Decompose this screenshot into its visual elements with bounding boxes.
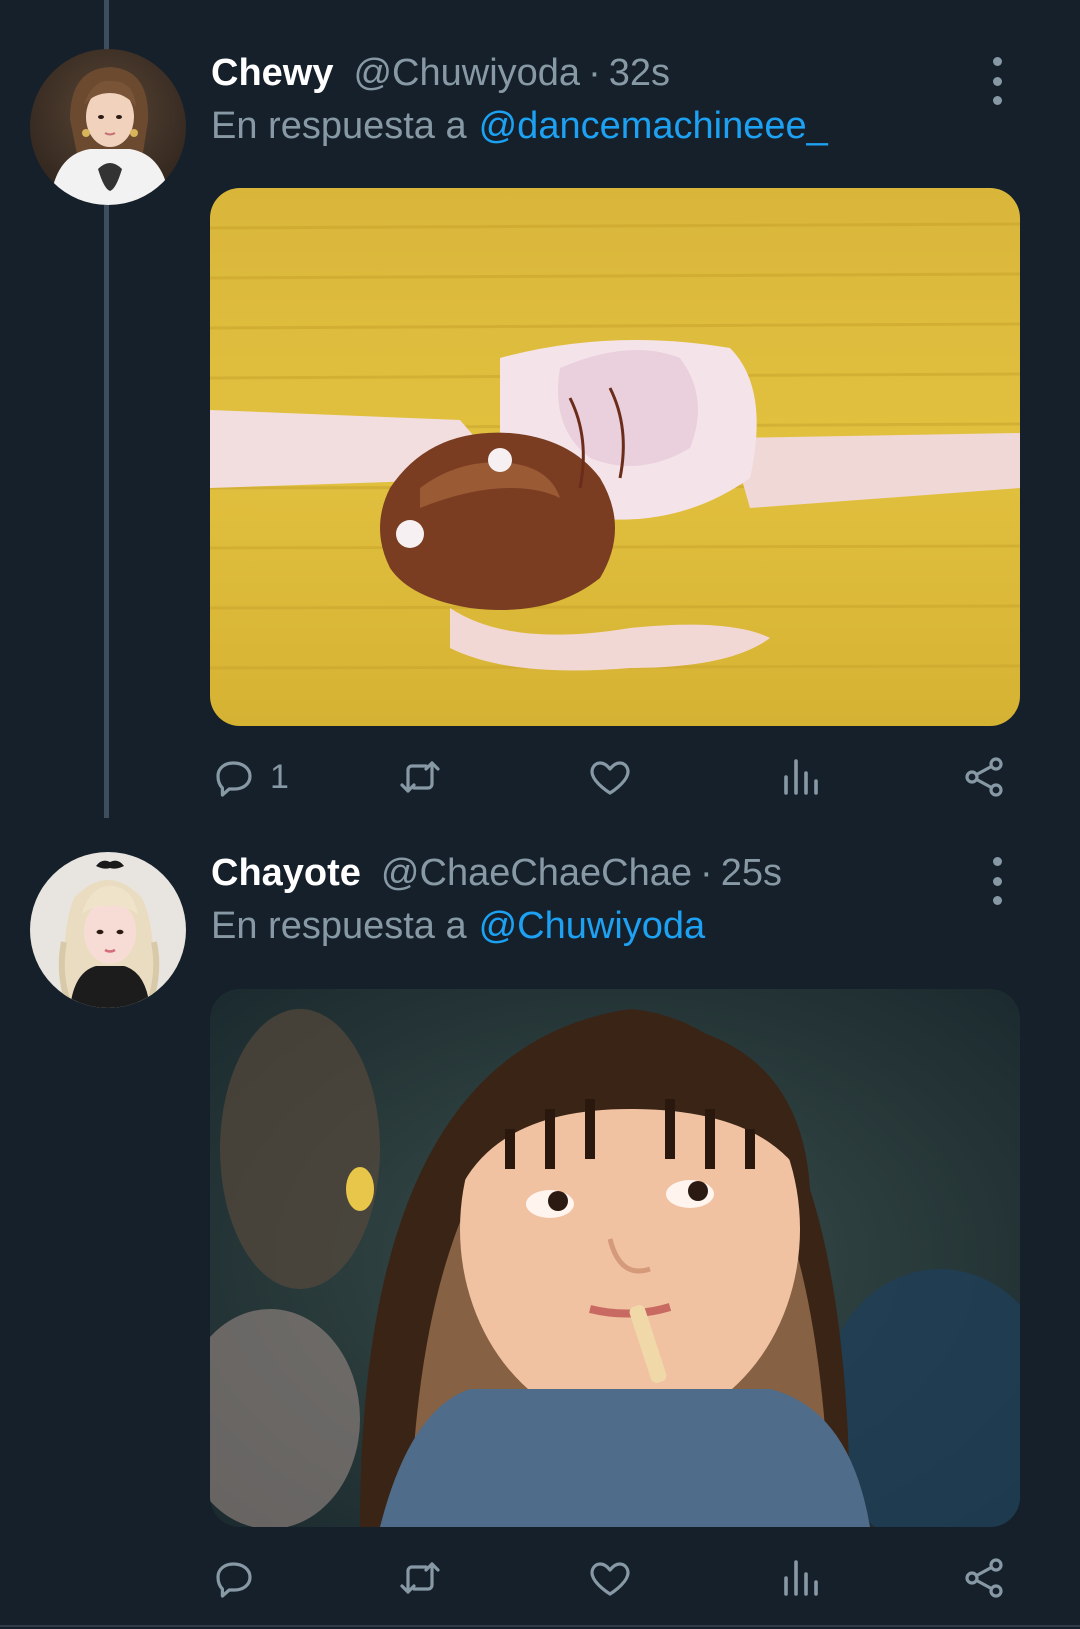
reply-prefix: En respuesta a [211, 105, 467, 147]
share-button[interactable] [960, 749, 1008, 805]
reply-to-link[interactable]: @Chuwiyoda [479, 905, 706, 947]
like-button[interactable] [586, 749, 634, 805]
share-icon [965, 757, 1003, 797]
like-button[interactable] [586, 1550, 634, 1606]
reply-count: 1 [270, 757, 289, 796]
analytics-icon [784, 759, 818, 795]
separator-dot: · [588, 52, 601, 94]
reply-button[interactable]: 1 [210, 749, 289, 805]
reply-context: En respuesta a @Chuwiyoda [211, 905, 705, 955]
timeline: Chewy @Chuwiyoda · 32s En respuesta a @da… [0, 0, 1080, 1629]
heart-icon [590, 1562, 630, 1596]
more-vertical-icon[interactable] [977, 57, 1017, 105]
tweet-media-image[interactable] [210, 989, 1020, 1527]
timestamp[interactable]: 32s [609, 52, 670, 95]
tweet-actions: 1 [210, 749, 1020, 805]
reply-icon [216, 1562, 252, 1598]
display-name[interactable]: Chewy [211, 52, 333, 95]
analytics-button[interactable] [776, 749, 824, 805]
tweet-media-image[interactable] [210, 188, 1020, 726]
tweet[interactable]: Chayote @ChaeChaeChae · 25s En respuesta… [0, 818, 1080, 1629]
retweet-button[interactable] [396, 749, 444, 805]
user-handle[interactable]: @Chuwiyoda [353, 52, 580, 95]
separator-dot: · [700, 852, 713, 894]
more-vertical-icon[interactable] [977, 857, 1017, 905]
reply-icon [216, 761, 252, 797]
retweet-icon [400, 1562, 440, 1594]
heart-icon [590, 761, 630, 795]
avatar[interactable] [30, 49, 186, 205]
reply-button[interactable] [210, 1550, 270, 1606]
analytics-icon [784, 1560, 818, 1596]
tweet-header: Chayote @ChaeChaeChae · 25s [211, 852, 1000, 902]
display-name[interactable]: Chayote [211, 852, 361, 895]
tweet-actions [210, 1550, 1020, 1606]
retweet-button[interactable] [396, 1550, 444, 1606]
reply-to-link[interactable]: @dancemachineee_ [479, 105, 828, 147]
analytics-button[interactable] [776, 1550, 824, 1606]
tweet-divider [0, 1625, 1080, 1627]
timestamp[interactable]: 25s [721, 852, 782, 895]
tweet-header: Chewy @Chuwiyoda · 32s [211, 52, 1000, 102]
reply-prefix: En respuesta a [211, 905, 467, 947]
share-icon [965, 1558, 1003, 1598]
avatar[interactable] [30, 852, 186, 1008]
reply-context: En respuesta a @dancemachineee_ [211, 105, 828, 155]
tweet[interactable]: Chewy @Chuwiyoda · 32s En respuesta a @da… [0, 0, 1080, 818]
user-handle[interactable]: @ChaeChaeChae [381, 852, 692, 895]
share-button[interactable] [960, 1550, 1008, 1606]
retweet-icon [400, 761, 440, 793]
